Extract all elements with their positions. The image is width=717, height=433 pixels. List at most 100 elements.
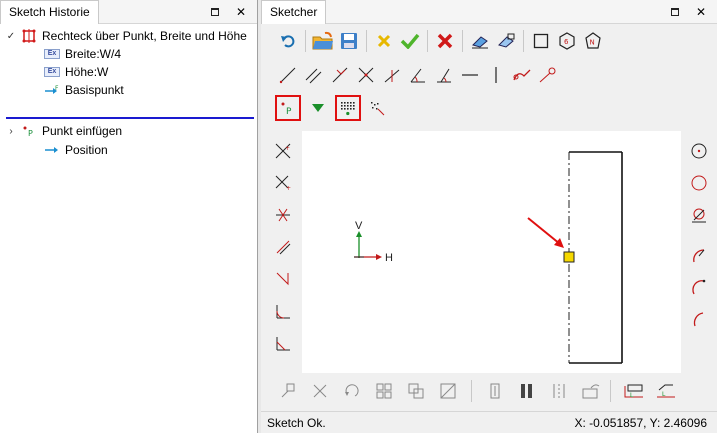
import-icon: L <box>657 384 675 398</box>
copy-button[interactable] <box>403 378 429 404</box>
tree-item-position[interactable]: Position <box>44 141 108 159</box>
trim-button[interactable]: + <box>270 138 296 164</box>
corner-icon <box>276 272 289 286</box>
circle-button[interactable] <box>686 170 712 196</box>
line-tool-button[interactable] <box>275 62 301 88</box>
insert-constraint-button[interactable] <box>578 378 604 404</box>
tree-item-punkt-einfuegen[interactable]: › P Punkt einfügen <box>6 122 122 140</box>
tangent-line-button[interactable] <box>535 62 561 88</box>
line-angle-button[interactable] <box>327 62 353 88</box>
angle-line-button[interactable] <box>405 62 431 88</box>
angle-line2-button[interactable] <box>431 62 457 88</box>
cancel-op-button[interactable] <box>371 28 397 54</box>
tree-expand-chevron[interactable]: › <box>6 126 16 137</box>
point-dropdown-button[interactable] <box>305 95 331 121</box>
scale-button[interactable] <box>435 378 461 404</box>
expression-icon: Ex <box>44 49 60 59</box>
tree-item-label: Basispunkt <box>65 83 124 97</box>
cross-lines-button[interactable] <box>353 62 379 88</box>
sketcher-title: Sketcher <box>270 5 318 19</box>
fillet-button[interactable] <box>270 298 296 324</box>
grid-points-button[interactable] <box>335 95 361 121</box>
columns-button[interactable] <box>514 378 540 404</box>
copy-icon <box>408 383 424 399</box>
rectangle-tool-button[interactable] <box>528 28 554 54</box>
dimension-button[interactable] <box>482 378 508 404</box>
point-tool-button[interactable]: P <box>275 95 301 121</box>
copy-array-button[interactable] <box>371 378 397 404</box>
horizontal-line-button[interactable] <box>457 62 483 88</box>
circle-tangent-button[interactable] <box>686 202 712 228</box>
arc-line-button[interactable] <box>509 62 535 88</box>
tree-item-rectangle[interactable]: ✓ Rechteck über Punkt, Breite und Höhe <box>6 27 247 45</box>
svg-text:P: P <box>286 107 292 117</box>
vertical-line-button[interactable] <box>483 62 509 88</box>
eraser-all-button[interactable] <box>493 28 519 54</box>
scatter-points-button[interactable] <box>365 95 391 121</box>
trim2-button[interactable]: + <box>270 170 296 196</box>
tree-item-label: Rechteck über Punkt, Breite und Höhe <box>42 29 247 43</box>
save-button[interactable] <box>336 28 362 54</box>
yellow-x-icon <box>377 34 391 48</box>
scatter-points-icon <box>371 102 385 116</box>
rotate-button[interactable] <box>339 378 365 404</box>
circle-center-button[interactable] <box>686 138 712 164</box>
undo-button[interactable] <box>275 28 301 54</box>
tree-expand-chevron[interactable]: ✓ <box>6 31 16 42</box>
horizontal-line-icon <box>462 74 478 76</box>
delete-segment-button[interactable] <box>270 202 296 228</box>
close-icon: ✕ <box>235 4 247 19</box>
n-gon-tool-button[interactable]: N <box>580 28 606 54</box>
restore-button[interactable] <box>209 5 221 19</box>
open-button[interactable] <box>310 28 336 54</box>
parallel-lines-button[interactable] <box>301 62 327 88</box>
eraser-icon <box>472 36 488 49</box>
close-button[interactable]: ✕ <box>235 5 247 19</box>
corner-button[interactable] <box>270 266 296 292</box>
export-button[interactable]: L <box>621 378 647 404</box>
trim-icon: + <box>275 143 291 159</box>
line-angle-icon <box>332 67 348 83</box>
trim2-icon: + <box>275 175 291 192</box>
sketch-history-tab[interactable]: Sketch Historie <box>0 0 99 24</box>
point-icon: P <box>21 124 37 138</box>
parallel-lines-icon <box>305 68 322 84</box>
confirm-button[interactable] <box>397 28 423 54</box>
annotation-arrow-shaft <box>527 217 561 245</box>
tree-item-label: Breite:W/4 <box>65 47 122 61</box>
chamfer-button[interactable] <box>270 330 296 356</box>
import-button[interactable]: L <box>653 378 679 404</box>
sketcher-tab[interactable]: Sketcher <box>261 0 327 24</box>
restore-icon <box>211 7 219 16</box>
scale-icon <box>440 383 456 399</box>
constraint-toolbar: + + <box>269 138 297 356</box>
arc-button[interactable] <box>686 242 712 268</box>
svg-text:F: F <box>55 85 59 92</box>
abort-button[interactable] <box>432 28 458 54</box>
parallel-constraint-button[interactable] <box>546 378 572 404</box>
arc-tangent-button[interactable] <box>686 306 712 332</box>
tree-item-hoehe[interactable]: Ex Höhe:W <box>44 63 108 81</box>
selection-line <box>6 117 254 119</box>
polygon-tool-button[interactable]: 6 <box>554 28 580 54</box>
eraser-all-icon <box>498 33 515 48</box>
svg-text:L: L <box>630 392 634 399</box>
point-toolbar: P <box>275 95 391 121</box>
line-rotate-button[interactable] <box>379 62 405 88</box>
tree-item-basispunkt[interactable]: F Basispunkt <box>44 81 124 99</box>
undo-icon <box>281 35 295 48</box>
arc-3pt-button[interactable] <box>686 274 712 300</box>
mirror-button[interactable] <box>307 378 333 404</box>
tree-item-breite[interactable]: Ex Breite:W/4 <box>44 45 121 63</box>
sketch-canvas[interactable]: V H <box>302 131 681 373</box>
eraser-button[interactable] <box>467 28 493 54</box>
restore-button[interactable] <box>669 5 681 19</box>
toolbar-separator <box>305 30 306 52</box>
v-axis-label: V <box>355 220 363 232</box>
triangle-down-icon <box>312 104 324 112</box>
save-icon <box>341 33 357 49</box>
tangent-constraint-button[interactable] <box>270 234 296 260</box>
close-button[interactable]: ✕ <box>695 5 707 19</box>
sketch-history-titlebar: Sketch Historie ✕ <box>0 0 257 24</box>
move-button[interactable] <box>275 378 301 404</box>
